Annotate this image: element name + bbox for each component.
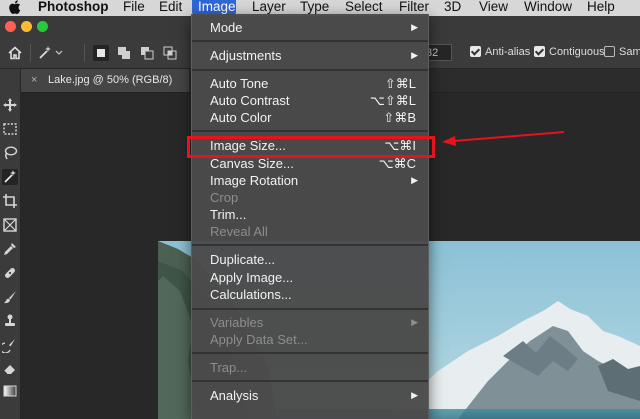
history-brush-icon[interactable] bbox=[2, 337, 18, 353]
image-menu-dropdown: Mode ▶ Adjustments ▶ Auto Tone ⇧⌘L Auto … bbox=[191, 14, 429, 419]
menu-item-crop: Crop bbox=[192, 189, 428, 206]
menu-item-apply-data-set: Apply Data Set... bbox=[192, 331, 428, 348]
menu-item-label: Image Rotation bbox=[210, 173, 299, 188]
menu-divider bbox=[192, 244, 428, 246]
submenu-arrow-icon: ▶ bbox=[411, 50, 418, 60]
contiguous-label: Contiguous bbox=[549, 46, 605, 58]
menu-item-calculations[interactable]: Calculations... bbox=[192, 286, 428, 303]
menu-item-auto-color[interactable]: Auto Color ⇧⌘B bbox=[192, 109, 428, 126]
menu-item-analysis[interactable]: Analysis ▶ bbox=[192, 387, 428, 404]
document-tab[interactable]: × Lake.jpg @ 50% (RGB/8) bbox=[21, 69, 189, 92]
sample-all-layers-checkbox[interactable] bbox=[604, 46, 615, 57]
move-icon[interactable] bbox=[2, 97, 18, 113]
menu-window[interactable]: Window bbox=[518, 0, 578, 16]
menu-help[interactable]: Help bbox=[581, 0, 621, 16]
menu-item-label: Calculations... bbox=[210, 287, 292, 302]
add-to-selection-icon[interactable] bbox=[116, 45, 132, 61]
menu-item-label: Duplicate... bbox=[210, 252, 276, 267]
menu-item-reveal-all: Reveal All bbox=[192, 223, 428, 240]
new-selection-icon[interactable] bbox=[93, 45, 109, 61]
menu-item-label: Apply Image... bbox=[210, 270, 294, 285]
brush-icon[interactable] bbox=[2, 289, 18, 305]
home-icon[interactable] bbox=[7, 45, 23, 61]
image-size-highlight-box bbox=[187, 136, 435, 158]
menu-item-duplicate[interactable]: Duplicate... bbox=[192, 251, 428, 268]
submenu-arrow-icon: ▶ bbox=[411, 175, 418, 185]
menu-divider bbox=[192, 40, 428, 42]
minimize-window-button[interactable] bbox=[21, 21, 32, 32]
anti-alias-checkbox[interactable] bbox=[470, 46, 481, 57]
frame-icon[interactable] bbox=[2, 217, 18, 233]
menu-item-trap: Trap... bbox=[192, 359, 428, 376]
magic-wand-icon[interactable] bbox=[37, 45, 53, 61]
chevron-down-icon[interactable] bbox=[54, 45, 64, 61]
menu-item-label: Trim... bbox=[210, 207, 247, 222]
menu-item-label: Trap... bbox=[210, 360, 248, 375]
menu-view[interactable]: View bbox=[473, 0, 514, 16]
zoom-window-button[interactable] bbox=[37, 21, 48, 32]
menu-item-variables: Variables ▶ bbox=[192, 314, 428, 331]
menu-item-label: Reveal All bbox=[210, 224, 268, 239]
menu-item-label: Mode bbox=[210, 20, 243, 35]
menu-item-label: Auto Contrast bbox=[210, 93, 290, 108]
eraser-icon[interactable] bbox=[2, 361, 18, 377]
menu-item-label: Variables bbox=[210, 315, 264, 330]
divider bbox=[30, 44, 31, 62]
menu-item-label: Auto Tone bbox=[210, 76, 269, 91]
gradient-icon[interactable] bbox=[2, 383, 18, 399]
menu-app-photoshop[interactable]: Photoshop bbox=[32, 0, 115, 16]
menu-divider bbox=[192, 352, 428, 354]
menu-item-label: Analysis bbox=[210, 388, 259, 403]
marquee-icon[interactable] bbox=[2, 121, 18, 137]
document-tab-title: Lake.jpg @ 50% (RGB/8) bbox=[48, 74, 173, 86]
shortcut-label: ⇧⌘B bbox=[383, 110, 416, 125]
crop-icon[interactable] bbox=[2, 193, 18, 209]
menu-3d[interactable]: 3D bbox=[438, 0, 467, 16]
close-window-button[interactable] bbox=[5, 21, 16, 32]
shortcut-label: ⇧⌘L bbox=[384, 76, 416, 91]
apple-logo-icon[interactable] bbox=[8, 0, 22, 15]
close-tab-icon[interactable]: × bbox=[31, 69, 37, 92]
menu-item-label: Crop bbox=[210, 190, 239, 205]
menu-item-label: Adjustments bbox=[210, 48, 282, 63]
tools-panel bbox=[0, 69, 21, 419]
contiguous-checkbox[interactable] bbox=[534, 46, 545, 57]
subtract-from-selection-icon[interactable] bbox=[139, 45, 155, 61]
intersect-selection-icon[interactable] bbox=[162, 45, 178, 61]
menu-divider bbox=[192, 69, 428, 71]
menu-item-auto-contrast[interactable]: Auto Contrast ⌥⇧⌘L bbox=[192, 92, 428, 109]
menu-file[interactable]: File bbox=[117, 0, 151, 16]
menu-item-apply-image[interactable]: Apply Image... bbox=[192, 269, 428, 286]
menu-item-adjustments[interactable]: Adjustments ▶ bbox=[192, 47, 428, 64]
lasso-icon[interactable] bbox=[2, 145, 18, 161]
sample-all-layers-label: Samp bbox=[619, 46, 640, 58]
magic-wand-icon[interactable] bbox=[2, 169, 18, 185]
eyedropper-icon[interactable] bbox=[2, 241, 18, 257]
menu-item-label: Auto Color bbox=[210, 110, 272, 125]
anti-alias-label: Anti-alias bbox=[485, 46, 531, 58]
shortcut-label: ⌥⇧⌘L bbox=[369, 93, 416, 108]
menu-edit[interactable]: Edit bbox=[153, 0, 188, 16]
menu-item-image-rotation[interactable]: Image Rotation ▶ bbox=[192, 172, 428, 189]
submenu-arrow-icon: ▶ bbox=[411, 390, 418, 400]
divider bbox=[84, 44, 85, 62]
photoshop-window: Photoshop File Edit Image Layer Type Sel… bbox=[0, 0, 640, 419]
clone-stamp-icon[interactable] bbox=[2, 313, 18, 329]
healing-brush-icon[interactable] bbox=[2, 265, 18, 281]
menu-item-auto-tone[interactable]: Auto Tone ⇧⌘L bbox=[192, 75, 428, 92]
submenu-arrow-icon: ▶ bbox=[411, 22, 418, 32]
menu-item-mode[interactable]: Mode ▶ bbox=[192, 19, 428, 36]
menu-item-label: Apply Data Set... bbox=[210, 332, 308, 347]
submenu-arrow-icon: ▶ bbox=[411, 317, 418, 327]
menu-divider bbox=[192, 308, 428, 310]
menu-divider bbox=[192, 130, 428, 132]
menu-item-trim[interactable]: Trim... bbox=[192, 206, 428, 223]
menu-divider bbox=[192, 380, 428, 382]
red-arrow-icon bbox=[442, 131, 565, 146]
